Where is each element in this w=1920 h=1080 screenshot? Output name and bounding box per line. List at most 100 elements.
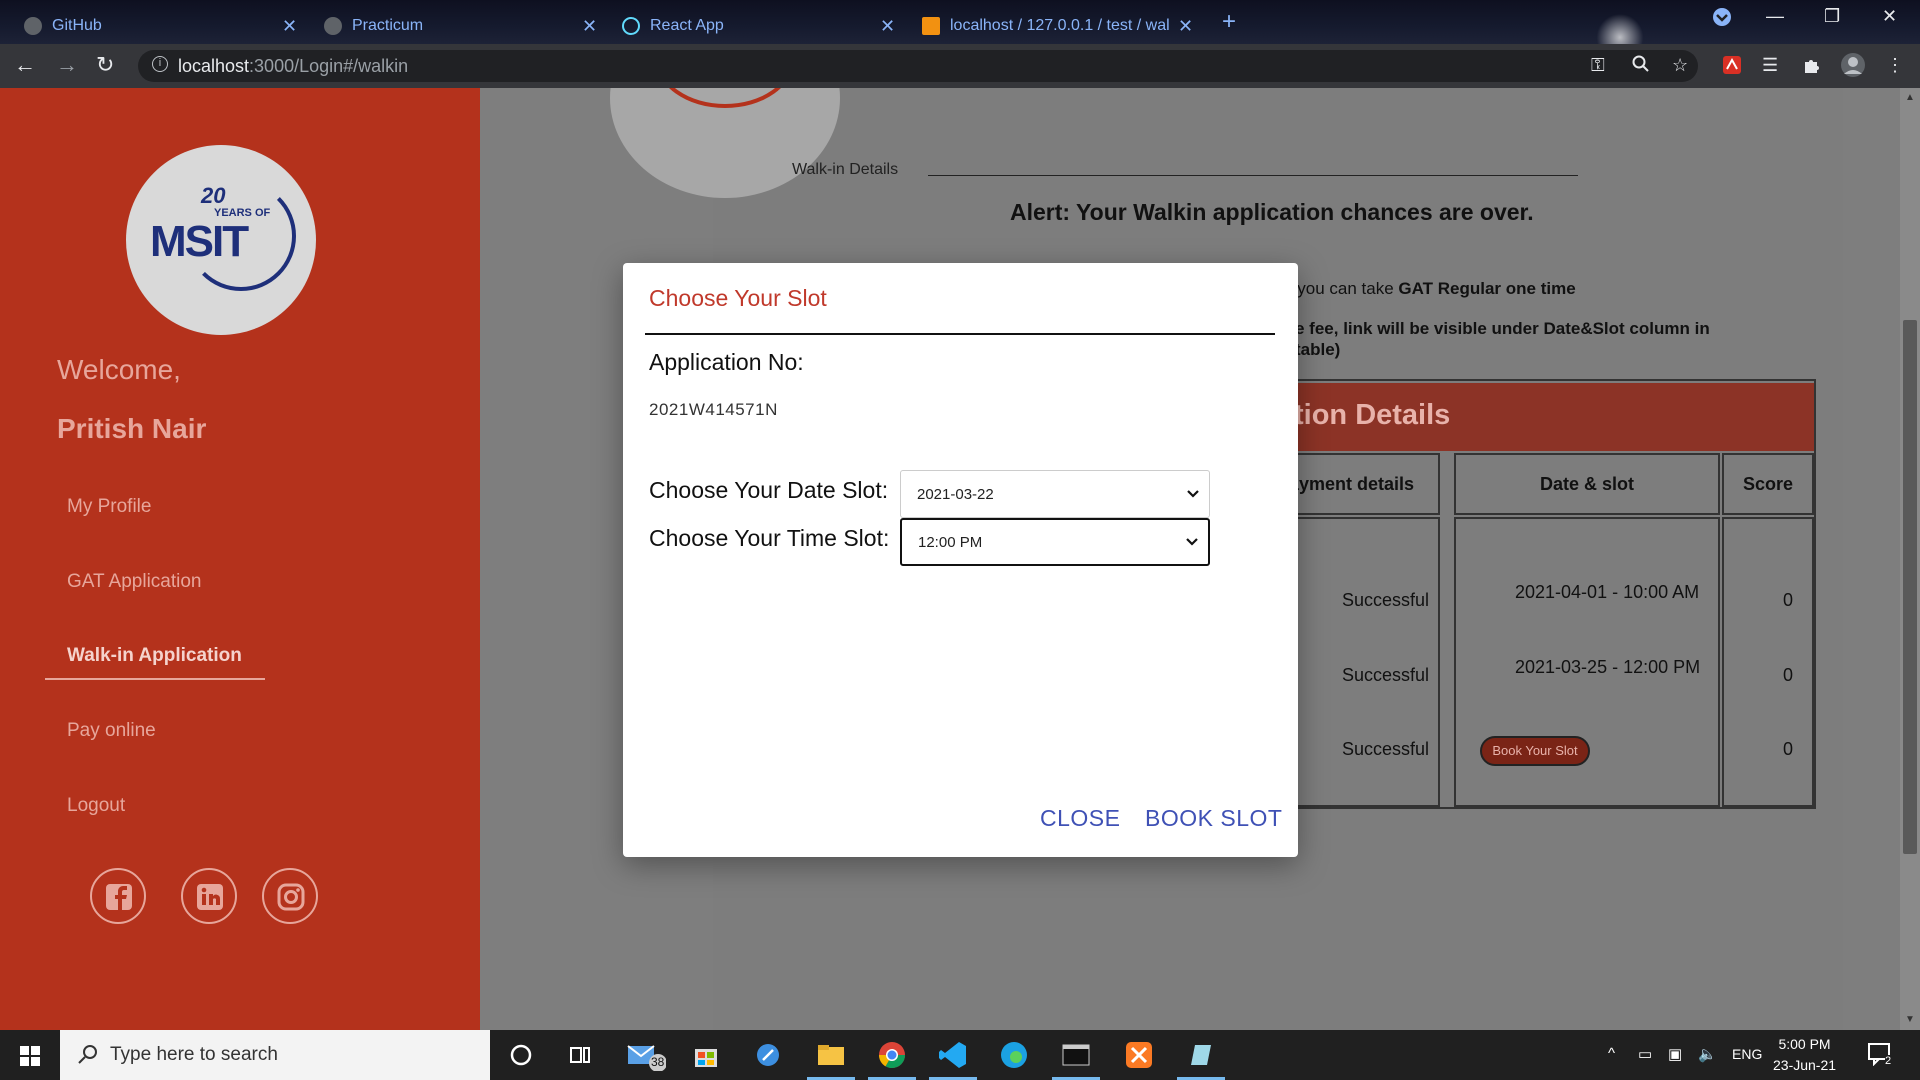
application-no-value: 2021W414571N — [649, 400, 778, 419]
site-info-icon[interactable]: i — [152, 56, 168, 72]
url-text[interactable]: localhost:3000/Login#/walkin — [178, 56, 408, 77]
close-button[interactable]: CLOSE — [1040, 805, 1120, 832]
table-cell-score: 0 — [1783, 590, 1794, 610]
bookmark-star-icon[interactable]: ☆ — [1672, 55, 1688, 76]
welcome-text: Welcome, — [57, 354, 181, 385]
notes-app-icon[interactable] — [1177, 1039, 1225, 1080]
forward-icon[interactable]: → — [56, 53, 78, 77]
time-slot-value: 12:00 PM — [918, 534, 983, 551]
msit-logo: 20 YEARS OF MSIT — [126, 145, 316, 335]
clock-date: 23-Jun-21 — [1773, 1057, 1837, 1073]
linkedin-icon[interactable] — [181, 868, 237, 924]
application-no-label: Application No: — [649, 349, 804, 375]
react-icon — [622, 17, 640, 35]
close-tab-icon[interactable]: ✕ — [880, 17, 895, 35]
mail-badge: 38 — [651, 1055, 665, 1069]
table-cell-score: 0 — [1783, 665, 1794, 685]
edge-icon[interactable] — [998, 1039, 1030, 1071]
new-tab-icon[interactable]: + — [1222, 8, 1236, 36]
page-scrollbar[interactable]: ▲ ▼ — [1900, 88, 1920, 1030]
date-slot-select[interactable]: 2021-03-22 — [900, 470, 1210, 518]
time-slot-label: Choose Your Time Slot: — [649, 525, 890, 551]
page-viewport: 20 YEARS OF MSIT Welcome, Pritish Nair M… — [0, 88, 1920, 1030]
browser-app-icon[interactable] — [752, 1039, 784, 1071]
windows-start-icon[interactable] — [20, 1046, 40, 1071]
github-icon — [24, 17, 42, 35]
table-title-bar: tion Details — [1252, 383, 1814, 451]
taskbar-search-box[interactable]: Type here to search — [60, 1030, 490, 1080]
date-slot-value: 2021-03-22 — [917, 486, 994, 503]
tab-label: Practicum — [352, 17, 424, 34]
tab-github[interactable]: GitHub ✕ — [24, 8, 297, 44]
scroll-up-icon[interactable]: ▲ — [1905, 92, 1915, 103]
notification-count: 2 — [1885, 1055, 1892, 1067]
sidebar-item-walkin-application[interactable]: Walk-in Application — [67, 645, 242, 667]
close-tab-icon[interactable]: ✕ — [282, 17, 297, 35]
table-cell-payment: Successful — [1342, 665, 1430, 685]
profile-menu-icon[interactable] — [1712, 7, 1732, 32]
user-name: Pritish Nair — [57, 413, 207, 444]
sidebar: 20 YEARS OF MSIT Welcome, Pritish Nair M… — [0, 88, 480, 1030]
cortana-icon[interactable] — [505, 1039, 537, 1071]
pdf-extension-icon[interactable] — [1722, 55, 1742, 80]
terminal-icon[interactable] — [1052, 1039, 1100, 1080]
store-icon[interactable] — [690, 1039, 722, 1071]
reading-list-icon[interactable]: ☰ — [1762, 55, 1778, 76]
tab-phpmyadmin[interactable]: localhost / 127.0.0.1 / test / walki ✕ — [922, 8, 1202, 44]
choose-slot-dialog: Choose Your Slot Application No: 2021W41… — [623, 263, 1298, 857]
tab-label: localhost / 127.0.0.1 / test / walki — [950, 17, 1170, 34]
zoom-icon[interactable] — [1632, 55, 1650, 78]
key-icon[interactable]: ⚿ — [1591, 55, 1605, 76]
sidebar-item-gat-application[interactable]: GAT Application — [67, 571, 201, 593]
sidebar-item-pay-online[interactable]: Pay online — [67, 720, 156, 742]
close-tab-icon[interactable]: ✕ — [1178, 17, 1193, 35]
notification-icon[interactable]: 2 — [1868, 1042, 1894, 1070]
volume-icon[interactable]: 🔈 — [1698, 1045, 1717, 1063]
language-indicator[interactable]: ENG — [1732, 1046, 1762, 1062]
instagram-icon[interactable] — [262, 868, 318, 924]
minimize-icon[interactable]: — — [1766, 6, 1784, 27]
date-slot-label: Choose Your Date Slot: — [649, 477, 889, 503]
tab-practicum[interactable]: Practicum ✕ — [324, 8, 597, 44]
mail-icon[interactable]: 38 — [626, 1039, 667, 1072]
time-slot-select[interactable]: 12:00 PM — [900, 518, 1210, 566]
close-tab-icon[interactable]: ✕ — [582, 17, 597, 35]
close-window-icon[interactable]: ✕ — [1882, 6, 1897, 27]
tab-label: GitHub — [52, 17, 102, 34]
taskbar-clock[interactable]: 5:00 PM 23-Jun-21 — [1773, 1034, 1836, 1076]
globe-icon — [324, 17, 342, 35]
book-slot-button[interactable]: BOOK SLOT — [1145, 805, 1282, 832]
scroll-down-icon[interactable]: ▼ — [1905, 1014, 1915, 1025]
avatar[interactable] — [1840, 52, 1866, 83]
dialog-divider — [645, 333, 1275, 335]
battery-icon[interactable]: ▭ — [1638, 1045, 1652, 1063]
book-your-slot-button[interactable]: Book Your Slot — [1480, 736, 1590, 766]
task-view-icon[interactable] — [565, 1039, 597, 1071]
table-cell-payment: Successful — [1342, 739, 1430, 759]
extensions-icon[interactable] — [1802, 55, 1822, 80]
search-icon — [78, 1045, 97, 1064]
xampp-icon[interactable] — [1123, 1039, 1155, 1071]
tab-label: React App — [650, 17, 724, 34]
network-icon[interactable]: ▣ — [1668, 1045, 1682, 1063]
sidebar-item-logout[interactable]: Logout — [67, 795, 125, 817]
tab-react-app[interactable]: React App ✕ — [622, 8, 902, 44]
scrollbar-thumb[interactable] — [1903, 320, 1917, 854]
section-title: Walk-in Details — [792, 161, 899, 178]
info-text-2: e fee, link will be visible under Date&S… — [1295, 319, 1710, 359]
column-header-date-slot: Date & slot — [1454, 453, 1720, 515]
file-explorer-icon[interactable] — [807, 1039, 855, 1080]
reload-icon[interactable]: ↻ — [96, 53, 114, 77]
table-cell-slot: 2021-04-01 - 10:00 AM — [1515, 582, 1700, 602]
vscode-icon[interactable] — [929, 1039, 977, 1080]
dialog-title: Choose Your Slot — [649, 285, 827, 311]
restore-icon[interactable]: ❐ — [1824, 6, 1840, 27]
address-bar[interactable]: i localhost:3000/Login#/walkin — [138, 50, 1698, 82]
facebook-icon[interactable] — [90, 868, 146, 924]
browser-menu-icon[interactable]: ⋮ — [1886, 55, 1904, 76]
sidebar-item-my-profile[interactable]: My Profile — [67, 496, 151, 518]
show-hidden-icons-icon[interactable]: ^ — [1608, 1045, 1615, 1062]
wallpaper-star — [1575, 0, 1665, 44]
back-icon[interactable]: ← — [14, 53, 36, 77]
chrome-icon[interactable] — [868, 1039, 916, 1080]
